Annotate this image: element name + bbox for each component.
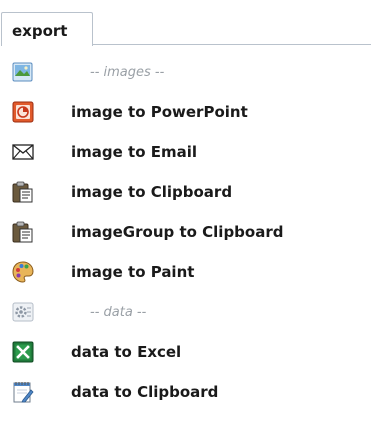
image-to-email-item[interactable]: image to Email <box>0 132 371 172</box>
image-to-paint-item[interactable]: image to Paint <box>0 252 371 292</box>
gear-icon <box>11 300 35 324</box>
notepad-icon <box>11 380 35 404</box>
tab-strip: export <box>0 0 371 46</box>
image-to-email-label: image to Email <box>71 143 198 161</box>
imagegroup-to-clipboard-label: imageGroup to Clipboard <box>71 223 284 241</box>
image-to-clipboard-item[interactable]: image to Clipboard <box>0 172 371 212</box>
data-section-label: -- data -- <box>90 305 147 320</box>
image-to-powerpoint-label: image to PowerPoint <box>71 103 248 121</box>
tab-export-label: export <box>12 22 68 40</box>
data-to-clipboard-item[interactable]: data to Clipboard <box>0 372 371 412</box>
clipboard-icon <box>11 180 35 204</box>
image-to-paint-label: image to Paint <box>71 263 195 281</box>
excel-icon <box>11 340 35 364</box>
tab-export[interactable]: export <box>1 12 93 46</box>
palette-icon <box>11 260 35 284</box>
clipboard-icon <box>11 220 35 244</box>
data-to-excel-item[interactable]: data to Excel <box>0 332 371 372</box>
data-to-clipboard-label: data to Clipboard <box>71 383 219 401</box>
tab-strip-divider <box>93 44 371 45</box>
powerpoint-icon <box>11 100 35 124</box>
image-to-powerpoint-item[interactable]: image to PowerPoint <box>0 92 371 132</box>
data-to-excel-label: data to Excel <box>71 343 182 361</box>
imagegroup-to-clipboard-item[interactable]: imageGroup to Clipboard <box>0 212 371 252</box>
picture-icon <box>11 60 35 84</box>
data-section-header: -- data -- <box>0 292 371 332</box>
images-section-header: -- images -- <box>0 52 371 92</box>
image-to-clipboard-label: image to Clipboard <box>71 183 233 201</box>
envelope-icon <box>11 140 35 164</box>
images-section-label: -- images -- <box>90 65 165 80</box>
export-panel: export -- images -- image to PowerPoint … <box>0 0 371 425</box>
